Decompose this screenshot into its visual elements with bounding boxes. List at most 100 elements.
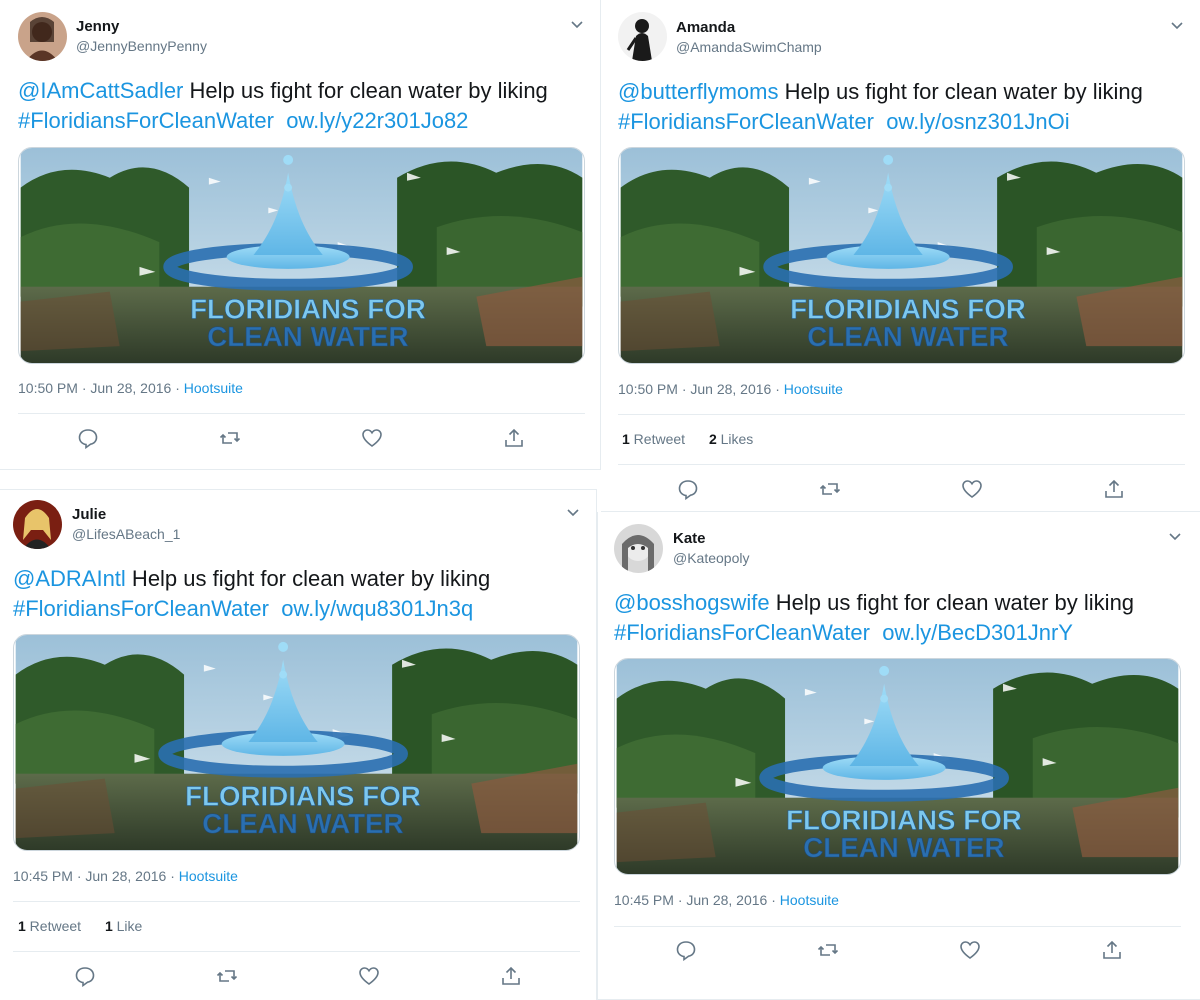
divider — [618, 464, 1185, 465]
reply-icon[interactable] — [675, 939, 697, 961]
avatar[interactable] — [18, 12, 67, 61]
hashtag-link[interactable]: #FloridiansForCleanWater — [614, 620, 870, 645]
source-link[interactable]: Hootsuite — [784, 381, 843, 397]
mention-link[interactable]: @IAmCattSadler — [18, 78, 183, 103]
source-link[interactable]: Hootsuite — [184, 380, 243, 396]
engagement-stats: 1 Retweet 1 Like — [18, 918, 162, 934]
tweet-text: @ADRAIntl Help us fight for clean water … — [13, 564, 490, 624]
tweet-timestamp: 10:50 PM · Jun 28, 2016 · Hootsuite — [618, 381, 843, 397]
tweet-media[interactable]: FLORIDIANS FOR CLEAN WATER — [13, 634, 580, 851]
share-icon[interactable] — [503, 427, 525, 449]
timestamp-text[interactable]: 10:50 PM · Jun 28, 2016 · — [18, 380, 184, 396]
chevron-down-icon[interactable] — [569, 16, 585, 32]
divider — [618, 414, 1185, 415]
heart-icon[interactable] — [959, 939, 981, 961]
media-title-line2: CLEAN WATER — [202, 808, 403, 839]
url-link[interactable]: ow.ly/wqu8301Jn3q — [281, 596, 473, 621]
tweet-card: Amanda @AmandaSwimChamp @butterflymoms H… — [601, 0, 1200, 512]
heart-icon[interactable] — [361, 427, 383, 449]
share-icon[interactable] — [500, 965, 522, 987]
retweet-icon[interactable] — [219, 427, 241, 449]
tweet-card: Kate @Kateopoly @bosshogswife Help us fi… — [597, 512, 1200, 1000]
tweet-timestamp: 10:50 PM · Jun 28, 2016 · Hootsuite — [18, 380, 243, 396]
tweet-text: @IAmCattSadler Help us fight for clean w… — [18, 76, 548, 136]
author-handle[interactable]: @Kateopoly — [673, 550, 749, 566]
source-link[interactable]: Hootsuite — [780, 892, 839, 908]
hashtag-link[interactable]: #FloridiansForCleanWater — [18, 108, 274, 133]
source-link[interactable]: Hootsuite — [179, 868, 238, 884]
media-title-line1: FLORIDIANS FOR — [786, 804, 1022, 835]
action-bar — [74, 965, 520, 989]
mention-link[interactable]: @bosshogswife — [614, 590, 770, 615]
action-bar — [675, 939, 1121, 963]
avatar[interactable] — [618, 12, 667, 61]
divider — [13, 901, 580, 902]
author-handle[interactable]: @LifesABeach_1 — [72, 526, 180, 542]
url-link[interactable]: ow.ly/y22r301Jo82 — [286, 108, 468, 133]
url-link[interactable]: ow.ly/osnz301JnOi — [886, 109, 1069, 134]
reply-icon[interactable] — [74, 965, 96, 987]
tweet-media[interactable]: FLORIDIANS FOR CLEAN WATER — [618, 147, 1185, 364]
action-bar — [677, 478, 1123, 502]
hashtag-link[interactable]: #FloridiansForCleanWater — [618, 109, 874, 134]
mention-link[interactable]: @ADRAIntl — [13, 566, 126, 591]
tweet-timestamp: 10:45 PM · Jun 28, 2016 · Hootsuite — [614, 892, 839, 908]
author-name[interactable]: Amanda — [676, 19, 735, 36]
likes-stat[interactable]: 1 Like — [105, 918, 142, 934]
tweet-text: @butterflymoms Help us fight for clean w… — [618, 77, 1143, 137]
media-title-line2: CLEAN WATER — [207, 321, 408, 352]
author-name[interactable]: Jenny — [76, 18, 119, 35]
retweet-icon[interactable] — [817, 939, 839, 961]
hashtag-link[interactable]: #FloridiansForCleanWater — [13, 596, 269, 621]
tweet-timestamp: 10:45 PM · Jun 28, 2016 · Hootsuite — [13, 868, 238, 884]
tweet-body: Help us fight for clean water by liking — [183, 78, 548, 103]
media-title-line1: FLORIDIANS FOR — [190, 293, 426, 324]
tweet-body: Help us fight for clean water by liking — [778, 79, 1143, 104]
url-link[interactable]: ow.ly/BecD301JnrY — [882, 620, 1073, 645]
media-title-line2: CLEAN WATER — [807, 321, 1008, 352]
chevron-down-icon[interactable] — [1167, 528, 1183, 544]
engagement-stats: 1 Retweet 2 Likes — [622, 431, 773, 447]
media-title-line1: FLORIDIANS FOR — [185, 780, 421, 811]
divider — [18, 413, 585, 414]
media-image: FLORIDIANS FOR CLEAN WATER — [19, 148, 584, 363]
avatar[interactable] — [13, 500, 62, 549]
divider — [13, 951, 580, 952]
mention-link[interactable]: @butterflymoms — [618, 79, 778, 104]
media-image: FLORIDIANS FOR CLEAN WATER — [14, 635, 579, 850]
avatar[interactable] — [614, 524, 663, 573]
reply-icon[interactable] — [77, 427, 99, 449]
tweet-body: Help us fight for clean water by liking — [125, 566, 491, 591]
timestamp-text[interactable]: 10:45 PM · Jun 28, 2016 · — [13, 868, 179, 884]
share-icon[interactable] — [1101, 939, 1123, 961]
author-name[interactable]: Julie — [72, 506, 106, 523]
retweets-stat[interactable]: 1 Retweet — [18, 918, 81, 934]
share-icon[interactable] — [1103, 478, 1125, 500]
tweet-card: Julie @LifesABeach_1 @ADRAIntl Help us f… — [0, 489, 597, 1000]
tweet-text: @bosshogswife Help us fight for clean wa… — [614, 588, 1134, 648]
media-title-line1: FLORIDIANS FOR — [790, 293, 1026, 324]
tweet-body: Help us fight for clean water by liking — [769, 590, 1135, 615]
tweet-media[interactable]: FLORIDIANS FOR CLEAN WATER — [614, 658, 1181, 875]
author-name[interactable]: Kate — [673, 530, 706, 547]
heart-icon[interactable] — [961, 478, 983, 500]
likes-stat[interactable]: 2 Likes — [709, 431, 753, 447]
timestamp-text[interactable]: 10:45 PM · Jun 28, 2016 · — [614, 892, 780, 908]
media-title-line2: CLEAN WATER — [803, 832, 1004, 863]
chevron-down-icon[interactable] — [1169, 17, 1185, 33]
media-image: FLORIDIANS FOR CLEAN WATER — [615, 659, 1180, 874]
retweets-stat[interactable]: 1 Retweet — [622, 431, 685, 447]
action-bar — [77, 427, 523, 451]
author-handle[interactable]: @AmandaSwimChamp — [676, 39, 822, 55]
media-image: FLORIDIANS FOR CLEAN WATER — [619, 148, 1184, 363]
author-handle[interactable]: @JennyBennyPenny — [76, 38, 207, 54]
heart-icon[interactable] — [358, 965, 380, 987]
tweet-card: Jenny @JennyBennyPenny @IAmCattSadler He… — [0, 0, 601, 470]
divider — [614, 926, 1181, 927]
chevron-down-icon[interactable] — [565, 504, 581, 520]
retweet-icon[interactable] — [216, 965, 238, 987]
tweet-media[interactable]: FLORIDIANS FOR CLEAN WATER — [18, 147, 585, 364]
reply-icon[interactable] — [677, 478, 699, 500]
retweet-icon[interactable] — [819, 478, 841, 500]
timestamp-text[interactable]: 10:50 PM · Jun 28, 2016 · — [618, 381, 784, 397]
